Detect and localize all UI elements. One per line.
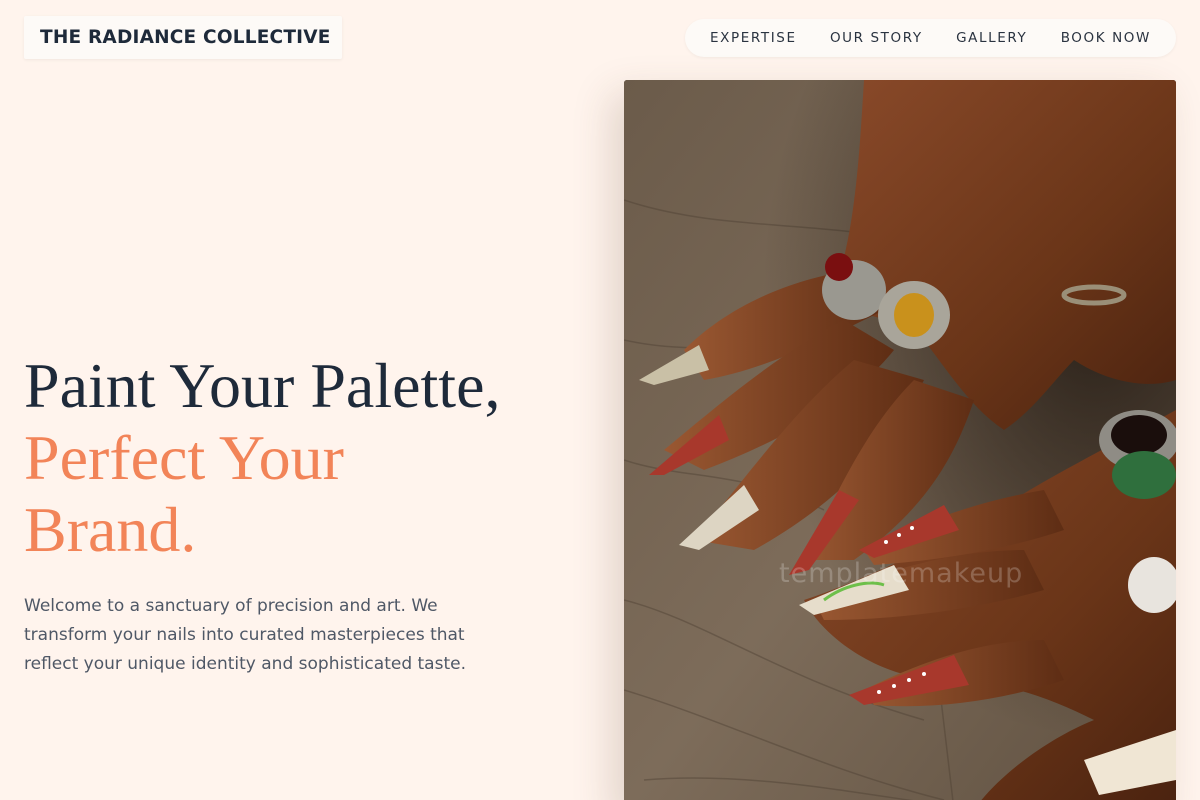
headline-accent-line-2: Brand. bbox=[24, 494, 197, 565]
image-watermark: templatemakeup bbox=[779, 558, 1024, 589]
brand-logo[interactable]: THE RADIANCE COLLECTIVE bbox=[24, 16, 342, 59]
nav-link-book-now[interactable]: BOOK NOW bbox=[1061, 30, 1151, 46]
headline-line-1: Paint Your Palette, bbox=[24, 350, 501, 421]
brand-name: THE RADIANCE COLLECTIVE bbox=[40, 27, 331, 48]
main-nav: EXPERTISE OUR STORY GALLERY BOOK NOW bbox=[685, 19, 1176, 57]
nav-link-expertise[interactable]: EXPERTISE bbox=[710, 30, 797, 46]
nav-link-our-story[interactable]: OUR STORY bbox=[830, 30, 923, 46]
hero-description: Welcome to a sanctuary of precision and … bbox=[24, 596, 466, 674]
hero-image: templatemakeup bbox=[624, 80, 1176, 800]
headline-accent-line-1: Perfect Your bbox=[24, 422, 344, 493]
nail-art-hands-illustration bbox=[624, 80, 1176, 800]
landing-page: THE RADIANCE COLLECTIVE EXPERTISE OUR ST… bbox=[0, 0, 1200, 800]
hero-headline: Paint Your Palette, Perfect Your Brand. bbox=[24, 350, 604, 566]
nav-link-gallery[interactable]: GALLERY bbox=[956, 30, 1027, 46]
